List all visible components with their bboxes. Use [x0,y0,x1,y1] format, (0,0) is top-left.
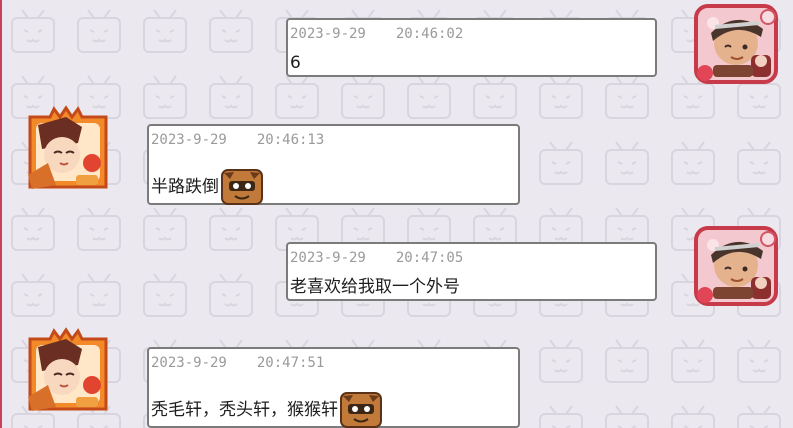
message-timestamp: 2023-9-29 20:46:02 [290,26,463,42]
contact-avatar[interactable] [20,325,114,415]
message-text-content: 老喜欢给我取一个外号 [290,277,460,297]
contact-avatar[interactable] [20,103,114,193]
self-avatar[interactable] [693,3,779,85]
message-date: 2023-9-29 [151,355,227,371]
message-time: 20:46:13 [256,132,325,148]
message-text-content: 半路跌倒 [151,177,219,197]
self-avatar[interactable] [693,225,779,307]
message-bubble[interactable]: 2023-9-29 20:46:13 半路跌倒 [147,124,520,205]
message-text-content: 6 [290,53,301,73]
message-timestamp: 2023-9-29 20:47:05 [290,250,463,266]
window-left-edge [0,0,2,428]
message-time: 20:46:02 [395,26,464,42]
message-time: 20:47:51 [256,355,325,371]
message-text-content: 秃毛轩，秃头轩，猴猴轩 [151,400,338,420]
message-bubble[interactable]: 2023-9-29 20:47:05 老喜欢给我取一个外号 [286,242,657,301]
bear-face-emote [340,392,382,428]
message-text: 半路跌倒 [151,169,263,205]
message-date: 2023-9-29 [151,132,227,148]
bear-face-emote [221,169,263,205]
message-bubble[interactable]: 2023-9-29 20:47:51 秃毛轩，秃头轩，猴猴轩 [147,347,520,428]
message-text: 老喜欢给我取一个外号 [290,277,460,297]
message-date: 2023-9-29 [290,250,366,266]
message-date: 2023-9-29 [290,26,366,42]
message-timestamp: 2023-9-29 20:47:51 [151,355,324,371]
message-timestamp: 2023-9-29 20:46:13 [151,132,324,148]
message-bubble[interactable]: 2023-9-29 20:46:02 6 [286,18,657,77]
message-text: 秃毛轩，秃头轩，猴猴轩 [151,392,382,428]
message-time: 20:47:05 [395,250,464,266]
message-text: 6 [290,53,301,73]
